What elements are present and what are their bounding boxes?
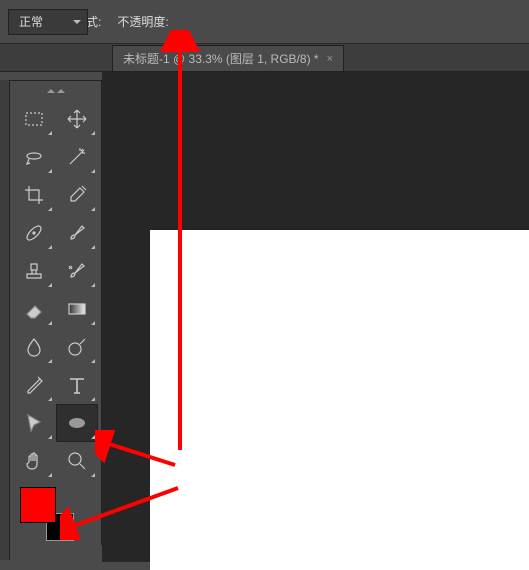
document-tab-bar: 未标题-1 @ 33.3% (图层 1, RGB/8) * × xyxy=(0,44,529,72)
magic-wand-tool[interactable] xyxy=(57,139,97,175)
options-bar: 像素 模式: 正常 不透明度: xyxy=(0,0,529,44)
opacity-label: 不透明度: xyxy=(117,13,168,30)
document-tab-title: 未标题-1 @ 33.3% (图层 1, RGB/8) * xyxy=(123,50,319,67)
gradient-tool[interactable] xyxy=(57,291,97,327)
hand-tool[interactable] xyxy=(14,443,54,479)
blend-mode-label: 模式: xyxy=(74,13,101,30)
tool-preset-picker[interactable] xyxy=(8,9,58,35)
panel-edge xyxy=(0,80,10,560)
foreground-color-swatch[interactable] xyxy=(20,487,56,523)
color-swatches xyxy=(20,487,74,541)
stamp-tool[interactable] xyxy=(14,253,54,289)
ellipse-shape-tool[interactable] xyxy=(57,405,97,441)
move-tool[interactable] xyxy=(57,101,97,137)
crop-tool[interactable] xyxy=(14,177,54,213)
marquee-tool[interactable] xyxy=(14,101,54,137)
eyedropper-tool[interactable] xyxy=(57,177,97,213)
history-brush-tool[interactable] xyxy=(57,253,97,289)
zoom-tool[interactable] xyxy=(57,443,97,479)
eraser-tool[interactable] xyxy=(14,291,54,327)
close-tab-icon[interactable]: × xyxy=(327,53,333,65)
dodge-tool[interactable] xyxy=(57,329,97,365)
pen-tool[interactable] xyxy=(14,367,54,403)
brush-tool[interactable] xyxy=(57,215,97,251)
lasso-tool[interactable] xyxy=(14,139,54,175)
toolbox xyxy=(10,80,102,545)
document-tab[interactable]: 未标题-1 @ 33.3% (图层 1, RGB/8) * × xyxy=(112,45,344,71)
document-canvas[interactable] xyxy=(150,230,529,570)
path-select-tool[interactable] xyxy=(14,405,54,441)
canvas-area xyxy=(102,72,529,562)
toolbox-collapse-button[interactable] xyxy=(14,85,97,97)
type-tool[interactable] xyxy=(57,367,97,403)
healing-tool[interactable] xyxy=(14,215,54,251)
blur-tool[interactable] xyxy=(14,329,54,365)
